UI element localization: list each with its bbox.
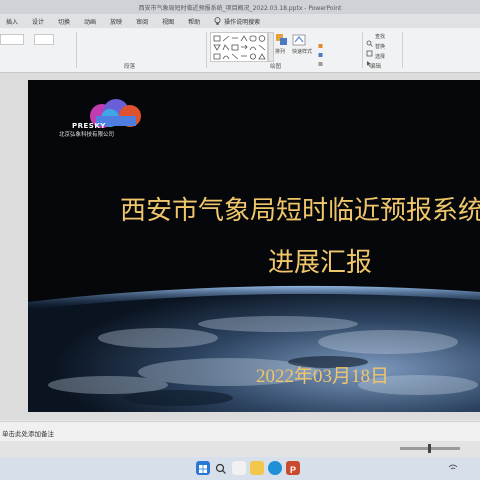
slide-title-line2[interactable]: 进展汇报 [268,242,372,279]
select-label: 选择 [375,54,386,60]
menu-review[interactable]: 审阅 [136,17,148,26]
quick-styles-icon [292,34,306,46]
replace-label: 替换 [375,44,386,50]
menu-animations[interactable]: 动画 [84,17,96,26]
company-name: 北京弘象科技有限公司 [59,132,115,138]
select-button[interactable]: 选择 [366,52,396,67]
font-grow-button[interactable] [34,34,54,45]
find-button[interactable]: 查找 [366,32,396,47]
lightbulb-icon [214,16,221,25]
zoom-thumb[interactable] [428,444,431,453]
menu-slideshow[interactable]: 放映 [110,17,122,26]
group-label-editing: 编辑 [370,64,382,70]
shapes-gallery[interactable] [210,32,268,62]
find-label: 查找 [375,34,386,40]
notes-pane[interactable]: 单击此处添加备注 [0,421,480,442]
window-title: 西安市气象局短时临近预报系统_项目概况_2022.03.18.pptx - Po… [138,4,342,12]
svg-text:P: P [290,465,296,475]
search-icon[interactable] [214,461,228,475]
task-view-icon[interactable] [232,461,246,475]
font-size-box[interactable] [0,34,24,45]
arrange-icon [276,34,287,45]
powerpoint-icon[interactable]: P [286,461,300,475]
network-icon [448,464,458,470]
system-tray[interactable] [448,464,458,474]
replace-button[interactable]: 替换 [366,42,396,57]
paragraph-align-row[interactable] [82,48,132,56]
menu-insert[interactable]: 插入 [6,17,18,26]
group-label-paragraph: 段落 [124,64,136,70]
slide-title-line1[interactable]: 西安市气象局短时临近预报系统 [120,190,480,227]
ribbon-divider [402,32,403,68]
group-label-drawing: 绘图 [270,64,282,70]
paragraph-list-row[interactable] [82,34,132,42]
menu-transitions[interactable]: 切换 [58,17,70,26]
slide-canvas[interactable]: PRESKY 北京弘象科技有限公司 西安市气象局短时临近预报系统 进展汇报 20… [28,80,480,412]
menu-help[interactable]: 帮助 [188,17,200,26]
logo-brand-text: PRESKY [72,122,106,130]
shapes-scroll[interactable] [268,32,274,62]
taskbar: P [0,457,480,480]
status-bar [0,441,480,457]
tell-me-label: 操作说明搜索 [224,18,261,26]
shape-effects-row[interactable] [318,52,358,66]
effects-icon [318,62,323,66]
ribbon: 段落 排列 快速样式 绘图 查找 替换 选择 编辑 [0,28,480,73]
shapes-icon [213,35,266,60]
quick-styles-label: 快速样式 [292,49,313,55]
text-direction-group[interactable] [142,32,200,58]
folder-icon[interactable] [250,461,264,475]
arrange-label: 排列 [275,49,286,55]
slide-date[interactable]: 2022年03月18日 [256,361,389,388]
ribbon-divider [76,32,77,68]
menu-view[interactable]: 视图 [162,17,174,26]
shape-fill-row[interactable] [318,34,358,48]
edge-icon[interactable] [268,461,282,475]
shape-outline-row[interactable] [318,43,358,57]
notes-placeholder: 单击此处添加备注 [2,430,54,438]
windows-start-icon[interactable] [196,461,210,475]
tell-me-search[interactable]: 操作说明搜索 [214,16,261,26]
title-bar: 西安市气象局短时临近预报系统_项目概况_2022.03.18.pptx - Po… [0,0,480,14]
quick-styles-button[interactable]: 快速样式 [292,32,314,60]
ribbon-divider [362,32,363,68]
font-format-row[interactable] [0,48,60,56]
menu-design[interactable]: 设计 [32,17,44,26]
arrange-button[interactable]: 排列 [275,32,291,60]
ribbon-divider [206,32,207,68]
menu-bar: 插入 设计 切换 动画 放映 审阅 视图 帮助 操作说明搜索 [0,14,480,28]
